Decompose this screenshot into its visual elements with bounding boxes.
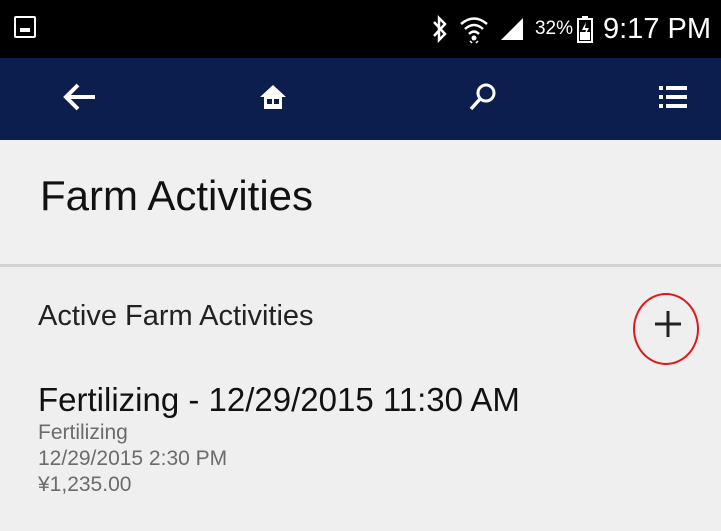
- back-button[interactable]: [40, 58, 120, 140]
- search-button[interactable]: [443, 58, 523, 140]
- page-title: Farm Activities: [40, 172, 314, 219]
- section-title: Active Farm Activities: [38, 300, 314, 332]
- back-arrow-icon: [63, 82, 97, 117]
- status-indicators: 32% 9:17 PM: [431, 0, 711, 58]
- status-time: 9:17 PM: [603, 12, 711, 45]
- list-menu-button[interactable]: [633, 58, 713, 140]
- list-item[interactable]: Fertilizing - 12/29/2015 11:30 AM Fertil…: [38, 380, 678, 498]
- image-notification-icon: [14, 16, 36, 38]
- status-bar: 32% 9:17 PM: [0, 0, 721, 58]
- main-content: Active Farm Activities Fertilizing - 12/…: [0, 267, 721, 531]
- activity-datetime: 12/29/2015 2:30 PM: [38, 447, 228, 470]
- wifi-icon: [459, 14, 489, 44]
- activity-amount: ¥1,235.00: [38, 473, 132, 496]
- page-header: Farm Activities: [0, 140, 721, 264]
- battery-icon: [577, 15, 593, 43]
- bluetooth-icon: [431, 15, 449, 43]
- activity-title: Fertilizing - 12/29/2015 11:30 AM: [38, 381, 520, 418]
- add-activity-button[interactable]: [633, 295, 703, 357]
- home-icon: [258, 83, 288, 116]
- plus-icon: [653, 309, 683, 344]
- search-icon: [468, 82, 498, 117]
- app-bar: [0, 58, 721, 140]
- battery-percent: 32%: [534, 18, 573, 39]
- home-button[interactable]: [233, 58, 313, 140]
- list-menu-icon: [658, 84, 688, 115]
- activity-type: Fertilizing: [38, 421, 128, 444]
- signal-icon: [499, 16, 525, 42]
